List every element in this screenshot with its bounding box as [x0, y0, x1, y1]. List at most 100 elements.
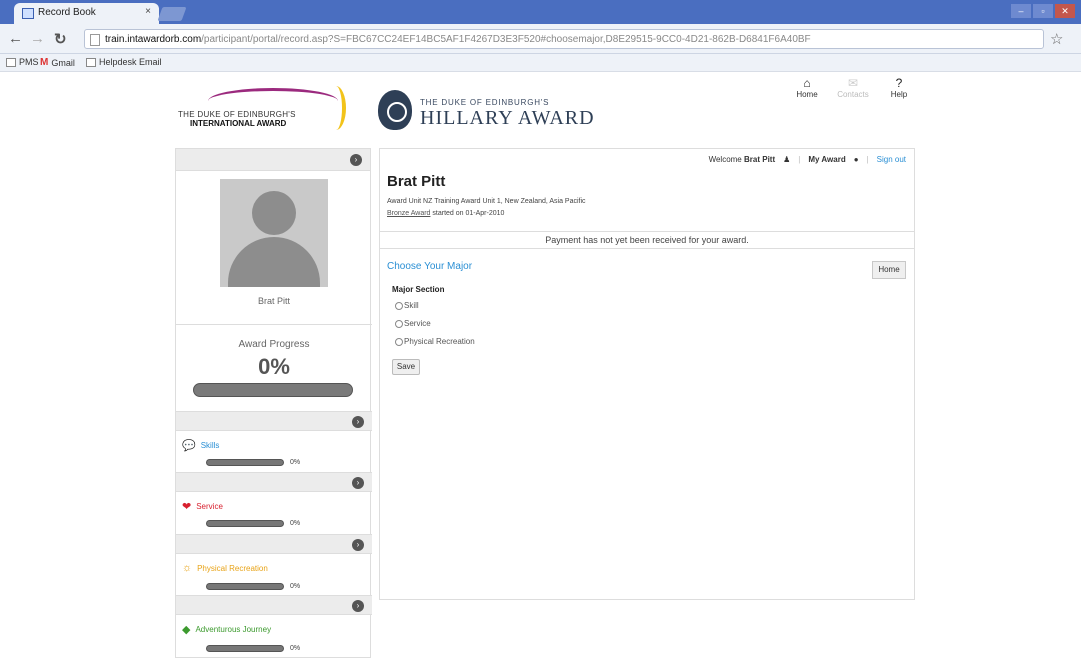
radio-label: Service	[404, 319, 431, 328]
save-button[interactable]: Save	[392, 359, 420, 375]
adventurous-journey-progress-bar	[206, 645, 284, 652]
page-favicon-icon	[22, 8, 34, 19]
physical-recreation-progress-value: 0%	[290, 583, 301, 590]
skills-icon: 💬	[182, 440, 196, 452]
award-unit: Award Unit NZ Training Award Unit 1, New…	[387, 198, 586, 205]
expand-circle-icon[interactable]: ›	[352, 539, 364, 551]
bookmark-label: Gmail	[51, 57, 75, 68]
new-tab-button[interactable]	[157, 7, 187, 21]
physical-recreation-progress-bar	[206, 583, 284, 590]
tab-close-icon[interactable]: ×	[145, 6, 151, 17]
logo-text-line2: INTERNATIONAL AWARD	[190, 119, 287, 128]
forward-arrow-icon[interactable]: →	[30, 30, 45, 47]
my-award-link[interactable]: My Award	[808, 155, 845, 164]
international-award-logo: THE DUKE OF EDINBURGH'S INTERNATIONAL AW…	[178, 82, 356, 132]
section-service[interactable]: ❤ Service	[182, 500, 223, 513]
url-domain: train.intawardorb.com	[105, 34, 202, 45]
user-icon: ♟	[783, 155, 791, 164]
nav-contacts[interactable]: ✉ Contacts	[836, 76, 870, 106]
profile-name: Brat Pitt	[257, 296, 290, 306]
radio-circle[interactable]	[395, 301, 403, 310]
section-physical-recreation[interactable]: ☼ Physical Recreation	[182, 562, 268, 574]
expand-circle-icon[interactable]: ›	[352, 600, 364, 612]
major-section-label: Major Section	[392, 285, 445, 294]
maximize-button[interactable]: ▫	[1033, 4, 1053, 18]
adventurous-journey-icon: ◆	[182, 624, 191, 636]
skills-progress-bar	[206, 459, 284, 466]
expand-circle-icon[interactable]: ›	[352, 416, 364, 428]
bookmark-gmail[interactable]: M Gmail	[40, 57, 75, 68]
bookmark-page-icon	[6, 57, 16, 67]
separator: |	[798, 155, 801, 164]
collapse-circle-icon[interactable]: ›	[350, 154, 362, 166]
nav-label: Contacts	[837, 90, 869, 99]
browser-tab[interactable]: Record Book ×	[14, 3, 159, 24]
divider	[176, 324, 372, 325]
avatar	[220, 179, 328, 287]
user-bar: Welcome Brat Pitt ♟ | My Award ● | Sign …	[709, 155, 906, 164]
award-progress-title: Award Progress	[238, 339, 310, 350]
welcome-text: Welcome Brat Pitt	[709, 155, 776, 164]
award-progress-value: 0%	[258, 354, 290, 379]
section-header: ›	[176, 472, 372, 492]
main-panel: Welcome Brat Pitt ♟ | My Award ● | Sign …	[379, 148, 915, 600]
avatar-body	[228, 237, 320, 287]
logo-title: HILLARY AWARD	[420, 107, 595, 129]
help-icon: ?	[895, 76, 903, 90]
logo-text-line1: THE DUKE OF EDINBURGH'S	[178, 110, 296, 119]
service-progress-value: 0%	[290, 520, 301, 527]
radio-physical-recreation[interactable]: Physical Recreation	[395, 337, 475, 346]
service-icon: ❤	[182, 501, 192, 513]
top-nav: ⌂ Home ✉ Contacts ? Help	[790, 76, 920, 106]
radio-circle[interactable]	[395, 337, 403, 346]
gmail-icon: M	[40, 57, 49, 68]
adventurous-journey-progress-value: 0%	[290, 645, 301, 652]
bookmark-label: PMS	[19, 57, 39, 67]
section-header: ›	[176, 595, 372, 615]
bookmarks-bar: PMS M Gmail Helpdesk Email	[0, 54, 1081, 72]
sign-out-link[interactable]: Sign out	[877, 155, 906, 164]
nav-help[interactable]: ? Help	[882, 76, 916, 106]
address-bar-row: ← → ↻ train.intawardorb.com/participant/…	[0, 24, 1081, 54]
section-skills[interactable]: 💬 Skills	[182, 439, 219, 452]
back-arrow-icon[interactable]: ←	[8, 30, 23, 47]
award-emblem-icon	[378, 90, 412, 130]
service-progress-bar	[206, 520, 284, 527]
nav-label: Help	[890, 90, 908, 99]
expand-circle-icon[interactable]: ›	[352, 477, 364, 489]
welcome-prefix: Welcome	[708, 155, 742, 164]
participant-name: Brat Pitt	[387, 173, 446, 190]
section-header: ›	[176, 534, 372, 554]
nav-home[interactable]: ⌂ Home	[790, 76, 824, 106]
url-field[interactable]: train.intawardorb.com/participant/portal…	[84, 29, 1044, 49]
reload-icon[interactable]: ↻	[54, 30, 67, 48]
physical-recreation-icon: ☼	[182, 562, 193, 574]
bookmark-star-icon[interactable]: ☆	[1050, 30, 1063, 48]
section-label: Adventurous Journey	[195, 625, 272, 634]
section-label: Skills	[200, 441, 220, 450]
award-progress-bar	[193, 383, 353, 397]
radio-service[interactable]: Service	[395, 319, 431, 328]
hillary-award-logo: THE DUKE OF EDINBURGH'S HILLARY AWARD	[378, 88, 618, 134]
section-adventurous-journey[interactable]: ◆ Adventurous Journey	[182, 623, 271, 636]
section-label: Physical Recreation	[197, 563, 268, 573]
bookmark-label: Helpdesk Email	[99, 57, 162, 67]
award-started: Bronze Award started on 01-Apr-2010	[387, 210, 504, 217]
contacts-icon: ✉	[847, 76, 859, 90]
close-window-button[interactable]: ✕	[1055, 4, 1075, 18]
radio-label: Skill	[404, 301, 419, 310]
welcome-name: Brat Pitt	[744, 155, 776, 164]
started-text: started on 01-Apr-2010	[430, 210, 505, 217]
bookmark-pms[interactable]: PMS	[6, 57, 39, 67]
award-level-link[interactable]: Bronze Award	[387, 210, 430, 217]
payment-notice: Payment has not yet been received for yo…	[380, 231, 914, 249]
nav-label: Home	[796, 90, 818, 99]
home-icon: ⌂	[803, 76, 811, 90]
radio-circle[interactable]	[395, 319, 403, 328]
logo-subtitle: THE DUKE OF EDINBURGH'S	[420, 98, 550, 107]
logo-swoosh	[326, 86, 346, 130]
radio-skill[interactable]: Skill	[395, 301, 419, 310]
home-button[interactable]: Home	[872, 261, 906, 279]
minimize-button[interactable]: –	[1011, 4, 1031, 18]
bookmark-helpdesk[interactable]: Helpdesk Email	[86, 57, 162, 67]
